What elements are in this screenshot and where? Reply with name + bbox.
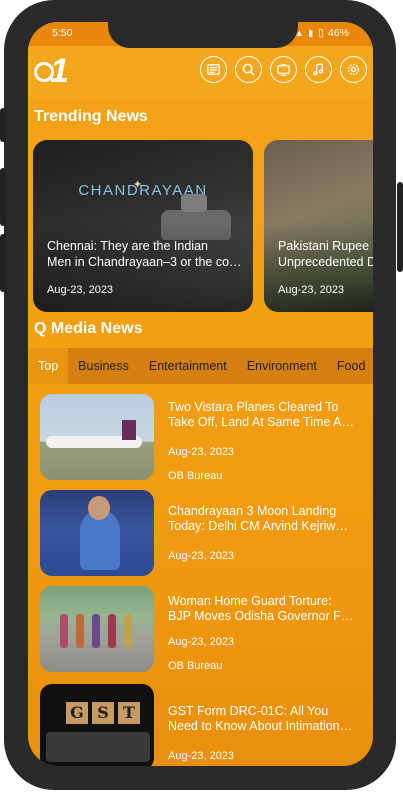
person-figure	[92, 614, 100, 648]
settings-icon[interactable]	[340, 56, 367, 83]
tab-top[interactable]: Top	[28, 348, 69, 384]
news-title-line: Today: Delhi CM Arvind Kejriwal…	[168, 519, 354, 533]
person-head	[88, 496, 110, 520]
person-figure	[76, 614, 84, 648]
news-author: OB Bureau	[168, 470, 223, 482]
phone-volume-down-button	[0, 234, 6, 292]
card-title-line: Pakistani Rupee I	[278, 239, 373, 253]
trending-news-heading: Trending News	[34, 108, 148, 125]
trending-carousel[interactable]: ✦ CHANDRAYAAN Chennai: They are the Indi…	[28, 140, 373, 314]
person-figure	[108, 614, 116, 648]
phone-side-button	[0, 108, 6, 142]
news-thumbnail	[40, 586, 154, 672]
news-date: Aug-23, 2023	[168, 636, 235, 648]
news-title-line: Chandrayaan 3 Moon Landing	[168, 504, 337, 518]
app-logo[interactable]: 1	[34, 52, 74, 90]
tab-environment[interactable]: Environment	[237, 348, 327, 384]
card-date: Aug-23, 2023	[47, 284, 114, 296]
news-title: GST Form DRC-01C: All You Need to Know A…	[168, 704, 354, 734]
news-thumbnail: G S T	[40, 684, 154, 766]
card-date: Aug-23, 2023	[278, 284, 345, 296]
newspaper-icon[interactable]	[200, 56, 227, 83]
app-bar: 1	[28, 46, 373, 98]
tab-business[interactable]: Business	[68, 348, 139, 384]
tab-food[interactable]: Food	[327, 348, 373, 384]
news-title-line: Need to Know About Intimation…	[168, 719, 353, 733]
gst-tile-t: T	[118, 702, 140, 724]
top-action-icons	[200, 56, 367, 83]
logo-one: 1	[50, 52, 69, 90]
app-screen: 5:50 ▲ ▮ ▯ 46% 1 Trending News ✦ CHANDRA…	[28, 22, 373, 766]
news-title-line: BJP Moves Odisha Governor F…	[168, 609, 354, 623]
news-title-line: Woman Home Guard Torture:	[168, 594, 332, 608]
plane-tail	[122, 420, 136, 440]
card-title-line: Chennai: They are the Indian	[47, 239, 208, 253]
card-image-text: CHANDRAYAAN	[78, 182, 208, 199]
card-title: Chennai: They are the Indian Men in Chan…	[47, 238, 243, 270]
person-figure	[124, 614, 132, 648]
trending-card[interactable]: Pakistani Rupee I Unprecedented D Aug-23…	[264, 140, 373, 312]
tab-entertainment[interactable]: Entertainment	[139, 348, 237, 384]
battery-level: 46%	[327, 27, 349, 39]
news-date: Aug-23, 2023	[168, 446, 235, 458]
qmedia-news-heading: Q Media News	[34, 320, 143, 337]
category-tabs: Top Business Entertainment Environment F…	[28, 348, 373, 384]
news-date: Aug-23, 2023	[168, 550, 235, 562]
search-icon[interactable]	[235, 56, 262, 83]
news-title: Woman Home Guard Torture: BJP Moves Odis…	[168, 594, 354, 624]
news-author: OB Bureau	[168, 660, 223, 672]
news-title: Two Vistara Planes Cleared To Take Off, …	[168, 400, 354, 430]
battery-icon: ▯	[318, 27, 324, 39]
card-title-line: Men in Chandrayaan–3 or the co…	[47, 255, 242, 269]
gst-tile-g: G	[66, 702, 88, 724]
card-title-line: Unprecedented D	[278, 255, 373, 269]
gst-tile-s: S	[92, 702, 114, 724]
news-title-line: Two Vistara Planes Cleared To	[168, 400, 339, 414]
news-date: Aug-23, 2023	[168, 750, 235, 762]
camera-notch	[108, 22, 298, 48]
status-time: 5:50	[52, 27, 73, 39]
phone-volume-up-button	[0, 168, 6, 226]
news-item[interactable]: G S T GST Form DRC-01C: All You Need to …	[40, 684, 360, 766]
tv-icon[interactable]	[270, 56, 297, 83]
music-icon[interactable]	[305, 56, 332, 83]
news-item[interactable]: Two Vistara Planes Cleared To Take Off, …	[40, 394, 360, 484]
news-title-line: Take Off, Land At Same Time A…	[168, 415, 354, 429]
card-title: Pakistani Rupee I Unprecedented D	[278, 238, 373, 270]
news-thumbnail	[40, 490, 154, 576]
news-thumbnail	[40, 394, 154, 480]
person-figure	[60, 614, 68, 648]
news-title: Chandrayaan 3 Moon Landing Today: Delhi …	[168, 504, 354, 534]
status-indicators: ▲ ▮ ▯ 46%	[295, 27, 349, 39]
trending-card[interactable]: ✦ CHANDRAYAAN Chennai: They are the Indi…	[33, 140, 253, 312]
calculator-image	[46, 732, 150, 762]
news-item[interactable]: Chandrayaan 3 Moon Landing Today: Delhi …	[40, 490, 360, 580]
news-item[interactable]: Woman Home Guard Torture: BJP Moves Odis…	[40, 586, 360, 676]
news-title-line: GST Form DRC-01C: All You	[168, 704, 329, 718]
phone-power-button	[397, 182, 403, 272]
